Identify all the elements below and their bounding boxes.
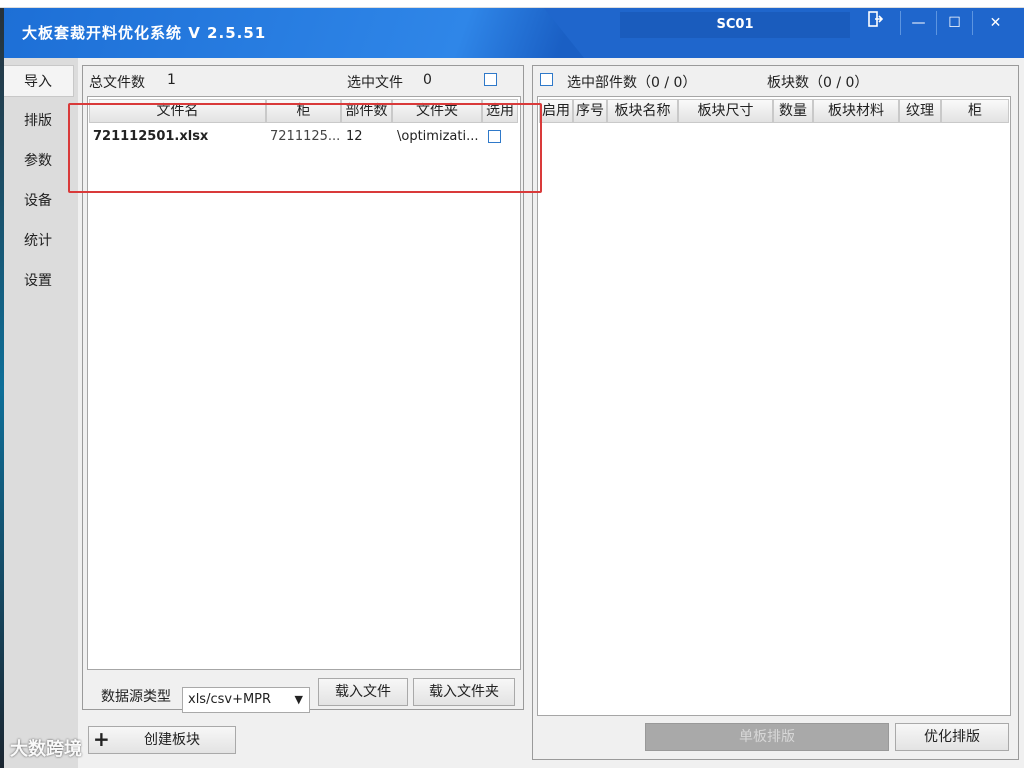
column-header-cabinet[interactable]: 柜 xyxy=(941,99,1009,123)
watermark: 大数跨境 xyxy=(10,739,82,760)
desktop-background-strip xyxy=(0,0,1024,8)
selected-parts-label: 选中部件数（0 / 0） xyxy=(567,75,697,91)
column-header-grain[interactable]: 纹理 xyxy=(899,99,941,123)
minimize-button[interactable]: — xyxy=(900,11,936,35)
load-file-button[interactable]: 载入文件 xyxy=(318,678,408,706)
app-window: 大板套裁开料优化系统 V 2.5.51 SC01 — ☐ ✕ 导入 排版 参数 … xyxy=(4,8,1024,768)
maximize-button[interactable]: ☐ xyxy=(936,11,972,35)
sidebar-item-devices[interactable]: 设备 xyxy=(4,185,74,217)
sidebar-item-statistics[interactable]: 统计 xyxy=(4,225,74,257)
select-all-files-checkbox[interactable] xyxy=(484,73,497,86)
total-files-label: 总文件数 xyxy=(89,75,145,91)
column-header-quantity[interactable]: 数量 xyxy=(773,99,813,123)
column-header-board-size[interactable]: 板块尺寸 xyxy=(678,99,773,123)
board-panel: 选中部件数（0 / 0） 板块数（0 / 0） 启用 序号 板块名称 板块尺寸 … xyxy=(532,65,1019,760)
sidebar: 导入 排版 参数 设备 统计 设置 xyxy=(4,58,78,768)
source-type-value: xls/csv+MPR xyxy=(188,692,272,707)
create-board-button[interactable]: + 创建板块 xyxy=(88,726,236,754)
exit-icon[interactable] xyxy=(860,11,890,35)
total-files-value: 1 xyxy=(167,72,176,88)
load-folder-button[interactable]: 载入文件夹 xyxy=(413,678,515,706)
plus-icon: + xyxy=(93,727,110,751)
source-type-label: 数据源类型 xyxy=(101,689,171,705)
board-table: 启用 序号 板块名称 板块尺寸 数量 板块材料 纹理 柜 xyxy=(537,96,1011,716)
single-layout-button[interactable]: 单板排版 xyxy=(645,723,889,751)
source-type-select[interactable]: xls/csv+MPR ▼ xyxy=(182,687,310,713)
column-header-material[interactable]: 板块材料 xyxy=(813,99,899,123)
sidebar-item-settings[interactable]: 设置 xyxy=(4,265,74,297)
column-header-board-name[interactable]: 板块名称 xyxy=(607,99,678,123)
sidebar-item-import[interactable]: 导入 xyxy=(4,65,74,97)
create-board-label: 创建板块 xyxy=(144,732,200,748)
sidebar-item-parameters[interactable]: 参数 xyxy=(4,145,74,177)
selected-files-label: 选中文件 xyxy=(347,75,403,91)
optimize-layout-button[interactable]: 优化排版 xyxy=(895,723,1009,751)
column-header-index[interactable]: 序号 xyxy=(573,99,607,123)
station-label: SC01 xyxy=(620,12,850,38)
chevron-down-icon: ▼ xyxy=(294,693,303,706)
highlight-annotation xyxy=(68,103,542,193)
select-all-boards-checkbox[interactable] xyxy=(540,73,553,86)
selected-files-value: 0 xyxy=(423,72,432,88)
title-bar: 大板套裁开料优化系统 V 2.5.51 SC01 — ☐ ✕ xyxy=(4,8,1024,58)
app-title: 大板套裁开料优化系统 V 2.5.51 xyxy=(22,24,267,42)
close-button[interactable]: ✕ xyxy=(972,11,1018,35)
board-count-label: 板块数（0 / 0） xyxy=(767,75,869,91)
column-header-enable[interactable]: 启用 xyxy=(539,99,573,123)
sidebar-item-layout[interactable]: 排版 xyxy=(4,105,74,137)
